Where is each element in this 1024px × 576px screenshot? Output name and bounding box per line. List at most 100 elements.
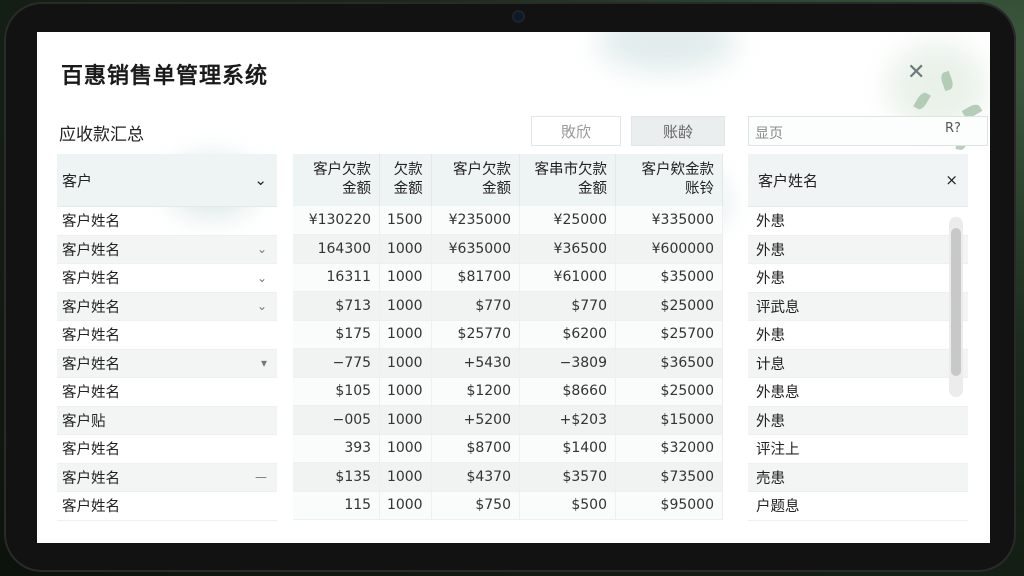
- customer-row[interactable]: 客户姓名: [57, 378, 277, 407]
- column-header[interactable]: 客串市欠款 金额: [519, 154, 617, 206]
- table-cell: $25770: [431, 320, 520, 349]
- app-title: 百惠销售单管理系统: [61, 64, 269, 89]
- customer-dropdown-label: 客户: [62, 171, 93, 190]
- table-row[interactable]: $105 1000 $1200 $8660 $25000: [293, 377, 723, 406]
- table-cell: −775: [293, 348, 381, 378]
- ledger-button[interactable]: 账龄: [631, 116, 725, 146]
- customer-row-label: 客户姓名: [62, 442, 120, 459]
- customer-row[interactable]: 客户姓名: [57, 435, 277, 464]
- customer-name-panel: 客户姓名 × 外患 外患 外患 评武息 外患 计息 外患息 外患 评注上 売患 户题息: [748, 154, 968, 521]
- customer-name-row[interactable]: 外患: [748, 207, 968, 236]
- table-row[interactable]: 393 1000 $8700 $1400 $32000: [293, 434, 723, 463]
- customer-name-row[interactable]: 外患: [748, 406, 968, 435]
- customer-row-label: 客户姓名: [62, 499, 120, 516]
- table-cell: $81700: [431, 263, 520, 292]
- customer-name-row[interactable]: 外患: [748, 321, 968, 350]
- customer-row[interactable]: 客户姓名 —: [57, 463, 277, 492]
- column-header[interactable]: 客户欸金款 账铃: [615, 154, 723, 206]
- table-cell: $175: [293, 320, 381, 349]
- section-title: 应收款汇总: [59, 125, 144, 145]
- column-header-line: 金额: [393, 181, 423, 197]
- table-cell: 1000: [379, 291, 432, 321]
- column-header-line: 客户欠款: [452, 162, 511, 178]
- table-cell: 1000: [379, 263, 432, 292]
- customer-row[interactable]: 客户姓名: [57, 207, 277, 236]
- column-header[interactable]: 欠款 金额: [379, 154, 432, 206]
- table-cell: $750: [431, 491, 520, 520]
- row-indicator-icon[interactable]: ⌄: [257, 271, 267, 285]
- table-cell: 1000: [379, 377, 432, 406]
- table-row[interactable]: −005 1000 +5200 +$203 $15000: [293, 405, 723, 435]
- column-header-line: 金额: [481, 181, 511, 197]
- table-cell: +5430: [431, 348, 520, 378]
- customer-row-label: 客户贴: [62, 413, 106, 430]
- table-cell: 1000: [379, 462, 432, 492]
- table-row[interactable]: 164300 1000 ¥635000 ¥36500 ¥600000: [293, 234, 723, 264]
- table-cell: $1400: [519, 434, 617, 463]
- row-indicator-icon[interactable]: ▾: [261, 356, 267, 370]
- customer-name-row[interactable]: 売患: [748, 463, 968, 492]
- customer-row-label: 客户姓名: [62, 271, 120, 288]
- table-cell: 115: [293, 491, 381, 520]
- table-row[interactable]: $713 1000 $770 $770 $25000: [293, 291, 723, 321]
- column-header-line: 客户欠款: [313, 162, 372, 178]
- customer-row-label: 客户姓名: [62, 214, 120, 231]
- customer-dropdown[interactable]: 客户 ⌄: [57, 154, 277, 207]
- table-cell: $8700: [431, 434, 520, 463]
- table-cell: −3809: [519, 348, 617, 378]
- table-cell: 164300: [293, 234, 381, 264]
- column-header-line: 客户欸金款: [641, 162, 715, 178]
- customer-row[interactable]: 客户姓名 ⌄: [57, 264, 277, 293]
- table-cell: +5200: [431, 405, 520, 435]
- app-screen: 百惠销售单管理系统 ✕ 应收款汇总 敗欣 账龄 显页 R? 客户 ⌄ 客户姓名客…: [37, 32, 990, 543]
- table-cell: $15000: [615, 405, 723, 435]
- customer-name-row[interactable]: 评武息: [748, 292, 968, 321]
- close-icon[interactable]: ×: [945, 171, 958, 189]
- table-cell: ¥635000: [431, 234, 520, 264]
- table-cell: ¥61000: [519, 263, 617, 292]
- table-cell: $770: [431, 291, 520, 321]
- row-indicator-icon[interactable]: ⌄: [257, 242, 267, 256]
- column-header[interactable]: 客户欠款金额: [431, 154, 520, 206]
- table-cell: $32000: [615, 434, 723, 463]
- close-icon[interactable]: ✕: [907, 60, 925, 85]
- table-row[interactable]: 115 1000 $750 $500 $95000: [293, 491, 723, 520]
- customer-name-row[interactable]: 户题息: [748, 492, 968, 521]
- customer-row[interactable]: 客户姓名 ⌄: [57, 235, 277, 264]
- customer-row[interactable]: 客户姓名: [57, 321, 277, 350]
- table-cell: ¥25000: [519, 206, 617, 235]
- table-row[interactable]: $135 1000 $4370 $3570 $73500: [293, 462, 723, 492]
- customer-row-label: 客户姓名: [62, 385, 120, 402]
- table-row[interactable]: $175 1000 $25770 $6200 $25700: [293, 320, 723, 349]
- table-cell: $8660: [519, 377, 617, 406]
- table-cell: $6200: [519, 320, 617, 349]
- customer-row-label: 客户姓名: [62, 242, 120, 259]
- table-cell: $73500: [615, 462, 723, 492]
- search-icon[interactable]: R?: [945, 121, 961, 136]
- customer-name-row[interactable]: 外患: [748, 264, 968, 293]
- table-cell: $770: [519, 291, 617, 321]
- customer-name-row[interactable]: 外患息: [748, 378, 968, 407]
- customer-row[interactable]: 客户姓名 ⌄: [57, 292, 277, 321]
- table-cell: ¥600000: [615, 234, 723, 264]
- column-header-line: 欠款: [393, 162, 423, 178]
- table-cell: 1000: [379, 234, 432, 264]
- table-row[interactable]: 16311 1000 $81700 ¥61000 $35000: [293, 263, 723, 292]
- customer-row[interactable]: 客户贴: [57, 406, 277, 435]
- row-indicator-icon[interactable]: ⌄: [257, 299, 267, 313]
- table-row[interactable]: −775 1000 +5430 −3809 $36500: [293, 348, 723, 378]
- customer-row[interactable]: 客户姓名 ▾: [57, 349, 277, 378]
- column-header[interactable]: 客户欠款 金额: [293, 154, 381, 206]
- disabled-button[interactable]: 敗欣: [531, 116, 621, 146]
- customer-name-row[interactable]: 外患: [748, 235, 968, 264]
- table-cell: +$203: [519, 405, 617, 435]
- scrollbar-thumb[interactable]: [951, 228, 961, 376]
- table-row[interactable]: ¥130220 1500 ¥235000 ¥25000 ¥335000: [293, 206, 723, 235]
- customer-name-row[interactable]: 计息: [748, 349, 968, 378]
- customer-name-row[interactable]: 评注上: [748, 435, 968, 464]
- chevron-down-icon[interactable]: ⌄: [254, 171, 267, 189]
- table-cell: $25700: [615, 320, 723, 349]
- customer-row[interactable]: 客户姓名: [57, 492, 277, 521]
- row-indicator-icon[interactable]: —: [255, 470, 267, 484]
- customer-name-header: 客户姓名 ×: [748, 154, 968, 207]
